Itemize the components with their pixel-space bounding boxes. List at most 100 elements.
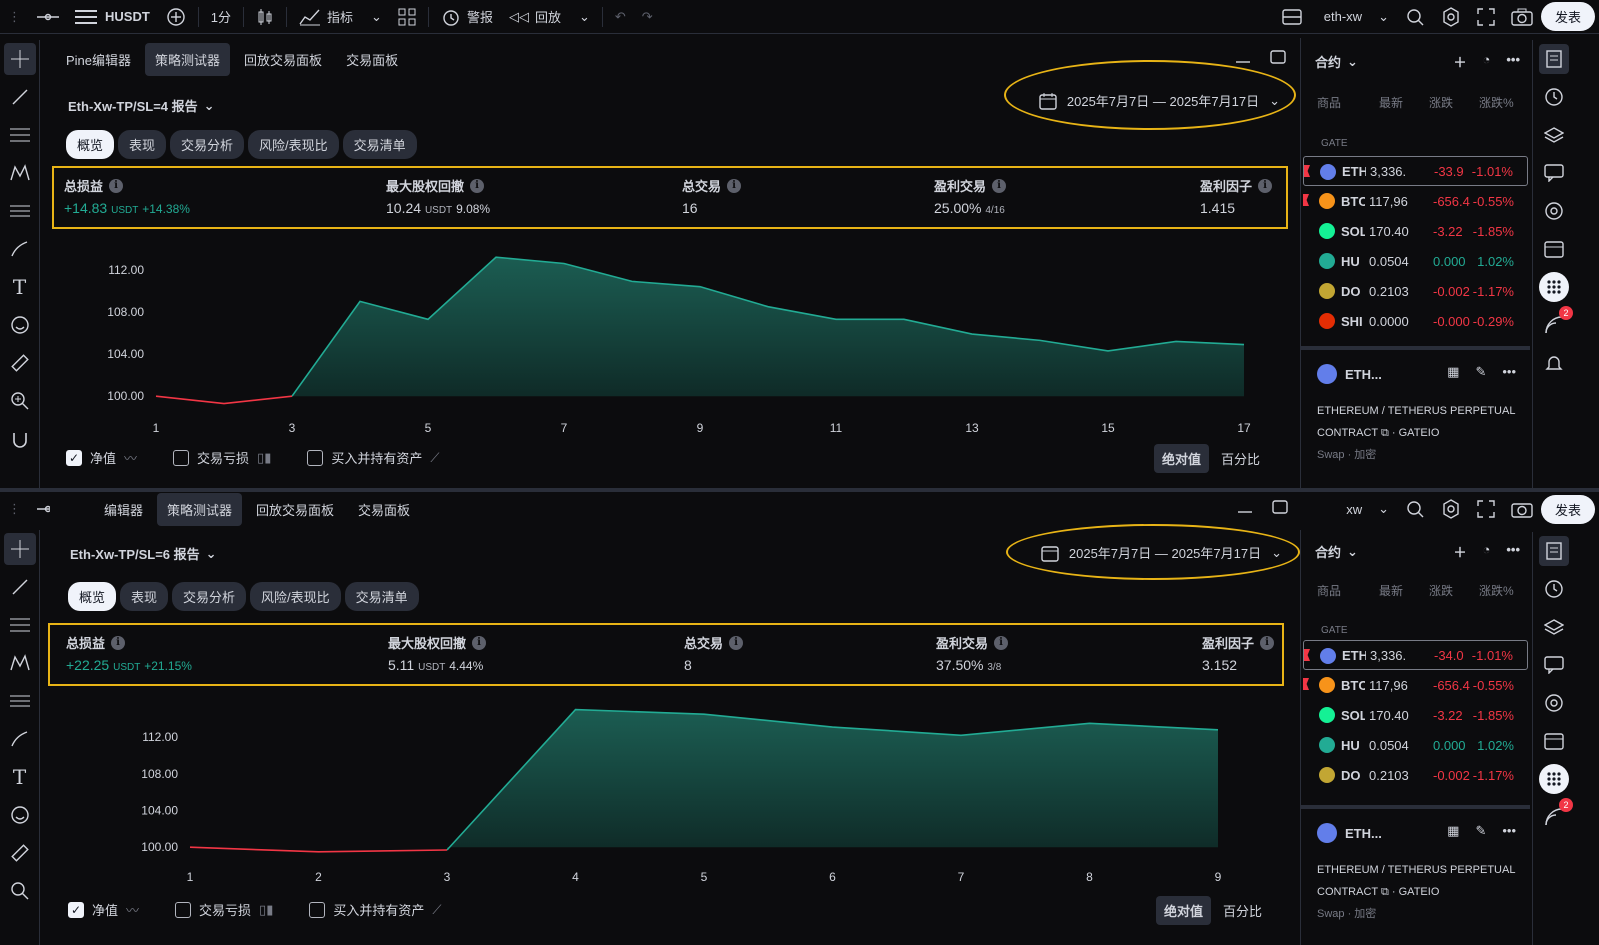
magnet-icon[interactable] — [4, 423, 36, 455]
subtab-overview[interactable]: 概览 — [68, 582, 117, 611]
chat-icon[interactable] — [1539, 650, 1569, 680]
edit-icon[interactable]: ✎ — [1475, 823, 1486, 839]
legend-buy-hold[interactable]: 买入并持有资产 ⟋ — [309, 900, 441, 919]
subtab-performance[interactable]: 表现 — [120, 582, 169, 611]
info-icon[interactable]: i — [729, 635, 744, 650]
watchlist-icon[interactable] — [1539, 536, 1569, 566]
brush-tool-icon[interactable] — [4, 233, 36, 265]
chevron-down-icon[interactable]: ⌄ — [579, 9, 590, 25]
fib-tool-icon[interactable] — [4, 195, 36, 227]
pie-chart-icon[interactable]: ◔ — [1482, 52, 1490, 71]
fullscreen-icon[interactable] — [1469, 492, 1503, 526]
watchlist-row[interactable]: DO 0.2103 -0.002 -1.17% — [1303, 760, 1528, 790]
calendar-icon[interactable] — [1539, 234, 1569, 264]
flag-icon[interactable] — [1304, 165, 1310, 177]
ruler-icon[interactable] — [4, 347, 36, 379]
horizontal-lines-icon[interactable] — [4, 119, 36, 151]
watchlist-row[interactable]: ETH 3,336. -34.0 -1.01% — [1303, 640, 1528, 670]
maximize-icon[interactable] — [1270, 50, 1286, 67]
alerts-clock-icon[interactable] — [1539, 82, 1569, 112]
subtab-trade-analysis[interactable]: 交易分析 — [170, 130, 245, 159]
chevron-down-icon[interactable]: ⌄ — [371, 9, 382, 25]
detail-symbol[interactable]: ETH... — [1345, 826, 1382, 841]
watchlist-row[interactable]: SOL 170.40 -3.22 -1.85% — [1303, 700, 1528, 730]
tab-strategy-tester[interactable]: 策略测试器 — [145, 42, 231, 76]
chevron-down-icon[interactable]: ⌄ — [1370, 0, 1397, 34]
absolute-button[interactable]: 绝对值 — [1153, 444, 1209, 473]
info-icon[interactable]: i — [111, 635, 126, 650]
pattern-tool-icon[interactable] — [4, 157, 36, 189]
checkbox-icon[interactable] — [175, 901, 192, 918]
checkbox-icon[interactable] — [309, 901, 326, 918]
flag-icon[interactable] — [1304, 649, 1310, 661]
redo-icon[interactable]: ↷ — [634, 0, 661, 34]
subtab-trade-list[interactable]: 交易清单 — [344, 582, 419, 611]
alerts-clock-icon[interactable] — [1539, 574, 1569, 604]
more-icon[interactable]: ••• — [1502, 823, 1516, 839]
interval-button[interactable]: 1分 — [203, 0, 239, 34]
watchlist-row[interactable]: BTC 117,96 -656.4 -0.55% — [1303, 670, 1528, 700]
trend-line-icon[interactable] — [4, 571, 36, 603]
candles-icon[interactable] — [248, 0, 282, 34]
watchlist-row[interactable]: BTC 117,96 -656.4 -0.55% — [1303, 186, 1528, 216]
crosshair-line-icon[interactable] — [29, 0, 67, 34]
camera-icon[interactable] — [1503, 0, 1541, 34]
legend-equity[interactable]: ✓ 净值〰 — [68, 900, 139, 919]
crosshair-tool-icon[interactable] — [3, 533, 36, 565]
subtab-risk-ratio[interactable]: 风险/表现比 — [250, 582, 341, 611]
emoji-icon[interactable] — [4, 309, 36, 341]
checkbox-icon[interactable] — [173, 449, 190, 466]
signal-feed-icon[interactable]: 2 — [1539, 306, 1573, 340]
add-symbol-icon[interactable] — [158, 0, 194, 34]
external-link-icon[interactable]: ⧉ — [1381, 886, 1389, 898]
tab-pine-editor[interactable]: 编辑器 — [94, 493, 153, 526]
apps-grid-icon[interactable] — [1539, 272, 1569, 302]
more-icon[interactable]: ••• — [1506, 542, 1520, 561]
info-icon[interactable]: i — [472, 635, 487, 650]
col-last[interactable]: 最新 — [1379, 582, 1403, 599]
add-icon[interactable]: ＋ — [1453, 542, 1466, 561]
legend-buy-hold[interactable]: 买入并持有资产 ⟋ — [307, 448, 439, 467]
camera-icon[interactable] — [1503, 492, 1541, 526]
watchlist-row[interactable]: ETH 3,336. -33.9 -1.01% — [1303, 156, 1528, 186]
minimize-icon[interactable] — [1238, 500, 1252, 517]
watchlist-row[interactable]: HU 0.0504 0.000 1.02% — [1303, 246, 1528, 276]
chat-icon[interactable] — [1539, 158, 1569, 188]
calendar-icon[interactable] — [1539, 726, 1569, 756]
quick-search-icon[interactable] — [1397, 0, 1433, 34]
info-icon[interactable]: i — [992, 178, 1007, 193]
signal-feed-icon[interactable]: 2 — [1539, 798, 1573, 832]
subtab-performance[interactable]: 表现 — [118, 130, 167, 159]
equity-chart[interactable]: 112.00 108.00 104.00 100.00 1 2 3 4 5 6 7 8 9 — [50, 697, 1300, 887]
chevron-down-icon[interactable]: ⌄ — [1370, 492, 1397, 526]
fullscreen-icon[interactable] — [1469, 0, 1503, 34]
detail-exchange[interactable]: · GATEIO — [1392, 427, 1439, 439]
legend-equity[interactable]: ✓ 净值〰 — [66, 448, 137, 467]
watchlist-title[interactable]: 合约 — [1315, 542, 1341, 561]
drag-handle-icon[interactable]: ⋮ — [0, 0, 29, 34]
col-change-pct[interactable]: 涨跌% — [1479, 94, 1514, 111]
grid-icon[interactable]: ▦ — [1447, 823, 1459, 839]
emoji-icon[interactable] — [4, 799, 36, 831]
col-change-pct[interactable]: 涨跌% — [1479, 582, 1514, 599]
col-last[interactable]: 最新 — [1379, 94, 1403, 111]
tab-trading-panel[interactable]: 交易面板 — [348, 493, 420, 526]
subtab-risk-ratio[interactable]: 风险/表现比 — [248, 130, 339, 159]
watchlist-row[interactable]: SOL 170.40 -3.22 -1.85% — [1303, 216, 1528, 246]
col-symbol[interactable]: 商品 — [1317, 94, 1341, 111]
col-change[interactable]: 涨跌 — [1429, 582, 1453, 599]
info-icon[interactable]: i — [994, 635, 1009, 650]
flag-icon[interactable] — [1303, 678, 1309, 690]
target-icon[interactable] — [1539, 196, 1569, 226]
ruler-icon[interactable] — [4, 837, 36, 869]
percent-button[interactable]: 百分比 — [1213, 444, 1268, 473]
tab-replay-trading[interactable]: 回放交易面板 — [234, 43, 332, 76]
drag-handle-icon[interactable]: ⋮ — [0, 492, 29, 526]
checkbox-checked-icon[interactable]: ✓ — [68, 901, 84, 918]
more-icon[interactable]: ••• — [1502, 364, 1516, 380]
watchlist-icon[interactable] — [1539, 44, 1569, 74]
tab-pine-editor[interactable]: Pine编辑器 — [56, 43, 141, 76]
col-symbol[interactable]: 商品 — [1317, 582, 1341, 599]
detail-symbol[interactable]: ETH... — [1345, 367, 1382, 382]
quick-search-icon[interactable] — [1397, 492, 1433, 526]
